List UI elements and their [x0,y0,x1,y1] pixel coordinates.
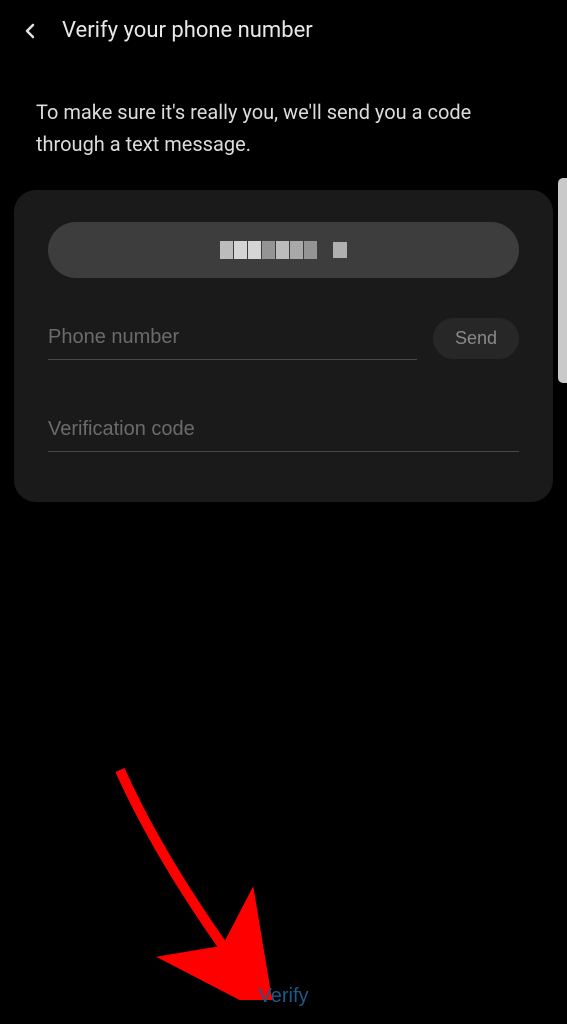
phone-input-row: Send [48,316,519,360]
phone-number-input[interactable] [48,316,417,360]
back-icon[interactable] [18,19,42,43]
scrollbar-thumb[interactable] [558,178,567,383]
description-text: To make sure it's really you, we'll send… [0,61,567,190]
masked-pixel-single [333,242,347,258]
annotation-arrow [100,760,300,1004]
send-button[interactable]: Send [433,318,519,359]
masked-pixels [220,241,317,259]
page-title: Verify your phone number [62,18,313,43]
verification-code-input[interactable] [48,408,519,452]
masked-value-display [48,222,519,278]
verify-button[interactable]: Verify [258,985,308,1008]
header: Verify your phone number [0,0,567,61]
verification-card: Send [14,190,553,502]
